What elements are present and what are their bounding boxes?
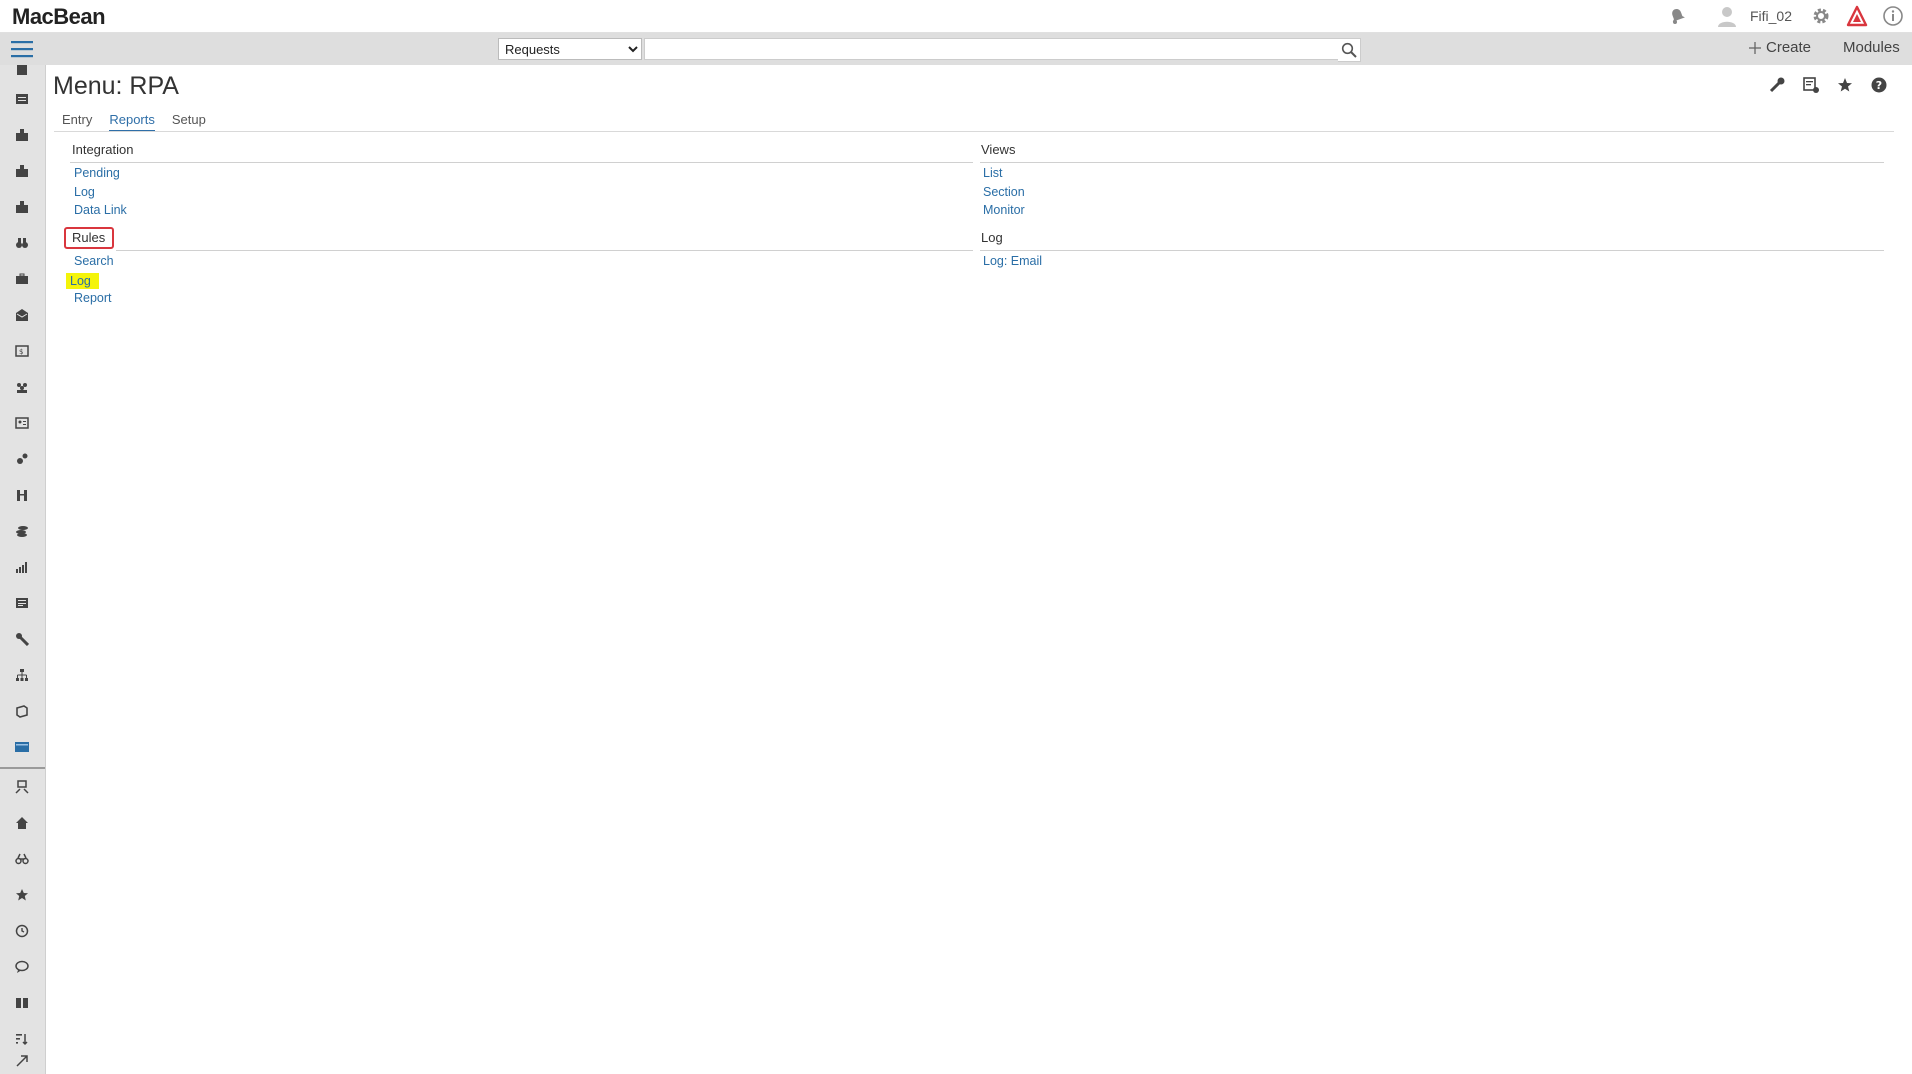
search-toolbar: Requests Create Modules <box>0 33 1912 65</box>
rail-puzzle-icon[interactable] <box>12 125 32 145</box>
link-rules-report[interactable]: Report <box>74 291 112 305</box>
link-integration-pending[interactable]: Pending <box>74 166 120 180</box>
link-log-email[interactable]: Log: Email <box>983 254 1042 268</box>
info-icon[interactable] <box>1880 3 1906 29</box>
rail-binoculars-icon[interactable] <box>12 233 32 253</box>
search-input[interactable] <box>644 38 1344 60</box>
page-actions: ? <box>1766 74 1890 96</box>
tab-entry[interactable]: Entry <box>62 112 92 132</box>
rail-star-icon[interactable] <box>12 885 32 905</box>
tab-setup[interactable]: Setup <box>172 112 206 132</box>
rail-chart-icon[interactable] <box>12 557 32 577</box>
create-button[interactable]: Create <box>1748 39 1811 56</box>
rail-sort-icon[interactable] <box>12 1029 32 1049</box>
tabs-divider <box>54 131 1894 132</box>
rail-puzzle-icon[interactable] <box>12 161 32 181</box>
section-divider <box>980 162 1884 163</box>
left-rail: $ <box>0 65 46 1074</box>
username[interactable]: Fifi_02 <box>1750 8 1792 24</box>
rail-clock-icon[interactable] <box>12 921 32 941</box>
rail-briefcase-icon[interactable] <box>12 269 32 289</box>
top-bar: MacBean Fifi_02 <box>0 0 1912 33</box>
rail-invoice-icon[interactable]: $ <box>12 341 32 361</box>
rail-people-icon[interactable] <box>12 485 32 505</box>
alert-triangle-icon[interactable] <box>1844 3 1870 29</box>
rail-home-icon[interactable] <box>12 813 32 833</box>
search-icon <box>1341 42 1357 58</box>
rail-binoculars-icon[interactable] <box>12 849 32 869</box>
section-divider <box>980 250 1884 251</box>
rail-coins-icon[interactable] <box>12 521 32 541</box>
page-title: Menu: RPA <box>53 72 179 100</box>
rail-puzzle-icon[interactable] <box>12 197 32 217</box>
section-views-title: Views <box>981 142 1016 157</box>
rail-expand-icon[interactable] <box>12 1051 32 1071</box>
link-integration-data-link[interactable]: Data Link <box>74 203 127 217</box>
svg-text:$: $ <box>19 348 23 356</box>
section-divider <box>70 162 973 163</box>
help-icon[interactable]: ? <box>1868 74 1890 96</box>
link-rules-search[interactable]: Search <box>74 254 114 268</box>
wrench-icon[interactable] <box>1766 74 1788 96</box>
section-integration-title: Integration <box>72 142 134 157</box>
link-views-monitor[interactable]: Monitor <box>983 203 1025 217</box>
rail-wrench-icon[interactable] <box>12 629 32 649</box>
section-divider <box>116 250 973 251</box>
bell-icon[interactable] <box>1664 3 1690 29</box>
section-rules-title: Rules <box>72 230 106 245</box>
rail-window-icon[interactable] <box>12 737 32 757</box>
header-actions: Fifi_02 <box>1664 3 1906 29</box>
rail-news-icon[interactable] <box>12 593 32 613</box>
rail-list-icon[interactable] <box>12 89 32 109</box>
section-log-title: Log <box>981 230 1003 245</box>
link-rules-log[interactable]: Log <box>66 273 99 289</box>
app-logo[interactable]: MacBean <box>12 4 106 30</box>
rail-separator <box>0 767 45 769</box>
rail-doc-icon[interactable] <box>12 60 32 80</box>
rail-network-icon[interactable] <box>12 777 32 797</box>
gear-icon[interactable] <box>1808 3 1834 29</box>
create-label: Create <box>1766 39 1812 56</box>
rail-gears-icon[interactable] <box>12 449 32 469</box>
modules-button[interactable]: Modules <box>1843 39 1900 56</box>
user-avatar-icon[interactable] <box>1714 3 1740 29</box>
rail-org-chart-icon[interactable] <box>12 665 32 685</box>
rail-users-icon[interactable] <box>12 377 32 397</box>
plus-icon <box>1749 41 1761 54</box>
link-integration-log[interactable]: Log <box>74 185 95 199</box>
menu-tabs: Entry Reports Setup <box>62 112 206 132</box>
rail-chat-icon[interactable] <box>12 957 32 977</box>
tab-reports[interactable]: Reports <box>109 112 155 132</box>
report-settings-icon[interactable] <box>1800 74 1822 96</box>
star-icon[interactable] <box>1834 74 1856 96</box>
hamburger-menu-icon[interactable] <box>10 39 34 59</box>
link-views-list[interactable]: List <box>983 166 1002 180</box>
svg-text:?: ? <box>1876 79 1882 92</box>
rail-book-icon[interactable] <box>12 993 32 1013</box>
rail-id-card-icon[interactable] <box>12 413 32 433</box>
link-views-section[interactable]: Section <box>983 185 1025 199</box>
rail-envelope-icon[interactable] <box>12 305 32 325</box>
search-button[interactable] <box>1338 38 1361 62</box>
rail-cube-icon[interactable] <box>12 701 32 721</box>
search-scope-select[interactable]: Requests <box>498 38 642 60</box>
